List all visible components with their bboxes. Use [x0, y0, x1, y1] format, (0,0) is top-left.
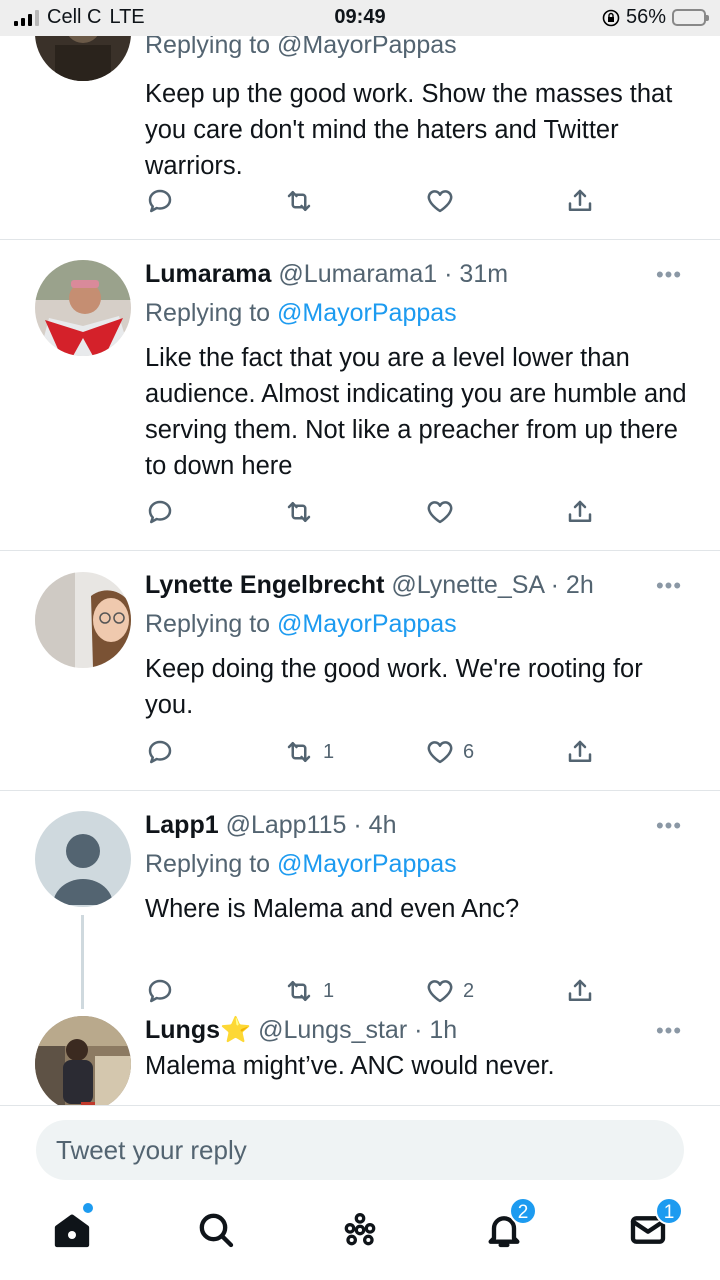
home-new-dot	[83, 1203, 93, 1213]
mention-link[interactable]: @MayorPappas	[277, 299, 457, 327]
reply-composer: Tweet your reply	[0, 1105, 720, 1191]
tweet[interactable]: Lumarama @Lumarama1 · 31m Replying to @M…	[0, 240, 720, 551]
timestamp: · 2h	[550, 571, 594, 599]
mention-link[interactable]: @MayorPappas	[277, 610, 457, 638]
home-icon	[54, 1214, 90, 1248]
reply-icon	[148, 740, 172, 764]
search-icon	[199, 1213, 234, 1248]
display-name[interactable]: Lapp1	[145, 811, 219, 839]
replying-to: Replying to @MayorPappas	[145, 847, 690, 881]
tab-home[interactable]	[47, 1203, 97, 1255]
heart-icon	[427, 501, 453, 524]
battery-percent: 56%	[625, 6, 666, 28]
replying-to: Replying to @MayorPappas	[145, 296, 690, 330]
display-name[interactable]: Lumarama	[145, 260, 271, 288]
like-button[interactable]: 6	[425, 735, 474, 769]
avatar[interactable]	[35, 260, 131, 356]
display-name[interactable]: Lynette Engelbrecht	[145, 571, 384, 599]
tweet-header: Lapp1 @Lapp115 · 4h	[145, 809, 690, 841]
spaces-icon	[344, 1212, 376, 1246]
tweet-header: Lynette Engelbrecht @Lynette_SA · 2h	[145, 569, 690, 601]
tweet[interactable]: Lungs⭐ @Lungs_star · 1h Malema might’ve.…	[0, 996, 720, 1105]
retweet-icon	[287, 742, 311, 762]
tweet-actions	[145, 184, 625, 218]
tweet-actions: 1 6	[145, 735, 625, 769]
tweet[interactable]: Replying to @MayorPappas Keep up the goo…	[0, 36, 720, 240]
handle[interactable]: @Lynette_SA	[391, 571, 543, 599]
share-icon	[568, 189, 592, 211]
replying-to-label: Replying to	[145, 850, 271, 878]
rotation-lock-icon	[602, 9, 620, 26]
avatar[interactable]	[35, 36, 131, 81]
display-name[interactable]: Lungs	[145, 1016, 220, 1044]
tweet[interactable]: Lapp1 @Lapp115 · 4h Replying to @MayorPa…	[0, 791, 720, 1009]
replying-to: Replying to @MayorPappas	[145, 36, 457, 59]
more-button[interactable]: •••	[654, 262, 684, 288]
tab-notifications[interactable]: 2	[479, 1197, 537, 1255]
bottom-tab-bar: 2 1	[0, 1191, 720, 1280]
reply-button[interactable]	[145, 184, 175, 218]
retweet-count: 1	[323, 740, 335, 763]
like-button[interactable]	[425, 184, 455, 218]
messages-badge: 1	[655, 1197, 683, 1225]
avatar[interactable]	[35, 1016, 131, 1105]
star-emoji: ⭐	[220, 1016, 252, 1044]
tweet-text: Where is Malema and even Anc?	[145, 895, 520, 923]
retweet-button[interactable]	[283, 495, 315, 529]
timestamp: · 1h	[414, 1016, 458, 1044]
handle[interactable]: @Lumarama1	[278, 260, 437, 288]
thread-line	[81, 915, 84, 1009]
share-icon	[568, 740, 592, 762]
tweet-header: Lungs⭐ @Lungs_star · 1h	[145, 1014, 690, 1046]
reply-feed[interactable]: Replying to @MayorPappas Keep up the goo…	[0, 36, 720, 1105]
replying-to-label: Replying to	[145, 610, 271, 638]
reply-button[interactable]	[145, 495, 175, 529]
notifications-badge: 2	[509, 1197, 537, 1225]
avatar[interactable]	[35, 811, 131, 907]
battery-icon	[672, 9, 709, 26]
tweet-reply-input[interactable]: Tweet your reply	[36, 1120, 684, 1180]
share-button[interactable]	[565, 495, 595, 529]
tweet[interactable]: Lynette Engelbrecht @Lynette_SA · 2h Rep…	[0, 551, 720, 791]
status-right: 56%	[602, 6, 709, 29]
timestamp: · 4h	[353, 811, 397, 839]
retweet-button[interactable]: 1	[283, 735, 334, 769]
timestamp: · 31m	[444, 260, 509, 288]
avatar[interactable]	[35, 572, 131, 668]
share-button[interactable]	[565, 184, 595, 218]
reply-icon	[148, 189, 172, 213]
heart-icon	[427, 190, 453, 213]
handle[interactable]: @Lapp115	[226, 811, 347, 839]
tweet-header: Lumarama @Lumarama1 · 31m	[145, 258, 690, 290]
tab-spaces[interactable]	[335, 1205, 385, 1255]
tab-messages[interactable]: 1	[623, 1197, 683, 1255]
mention-link[interactable]: @MayorPappas	[277, 850, 457, 878]
status-bar: Cell C LTE 09:49 56%	[0, 0, 720, 36]
replying-to-label: Replying to	[145, 299, 271, 327]
tab-search[interactable]	[191, 1205, 241, 1255]
tweet-text: Keep doing the good work. We're rooting …	[145, 655, 643, 719]
more-button[interactable]: •••	[654, 1018, 684, 1044]
heart-icon	[427, 741, 453, 764]
reply-button[interactable]	[145, 735, 175, 769]
share-icon	[568, 500, 592, 522]
retweet-icon	[287, 191, 311, 211]
retweet-button[interactable]	[283, 184, 315, 218]
like-button[interactable]	[425, 495, 455, 529]
replying-to: Replying to @MayorPappas	[145, 607, 690, 641]
reply-icon	[148, 500, 172, 524]
tweet-text: Keep up the good work. Show the masses t…	[145, 80, 673, 180]
retweet-icon	[287, 502, 311, 522]
share-button[interactable]	[565, 735, 595, 769]
tweet-text: Malema might’ve. ANC would never.	[145, 1052, 555, 1080]
tweet-actions	[145, 495, 625, 529]
more-button[interactable]: •••	[654, 813, 684, 839]
more-button[interactable]: •••	[654, 573, 684, 599]
like-count: 6	[463, 740, 475, 763]
tweet-text: Like the fact that you are a level lower…	[145, 344, 687, 480]
handle[interactable]: @Lungs_star	[258, 1016, 407, 1044]
